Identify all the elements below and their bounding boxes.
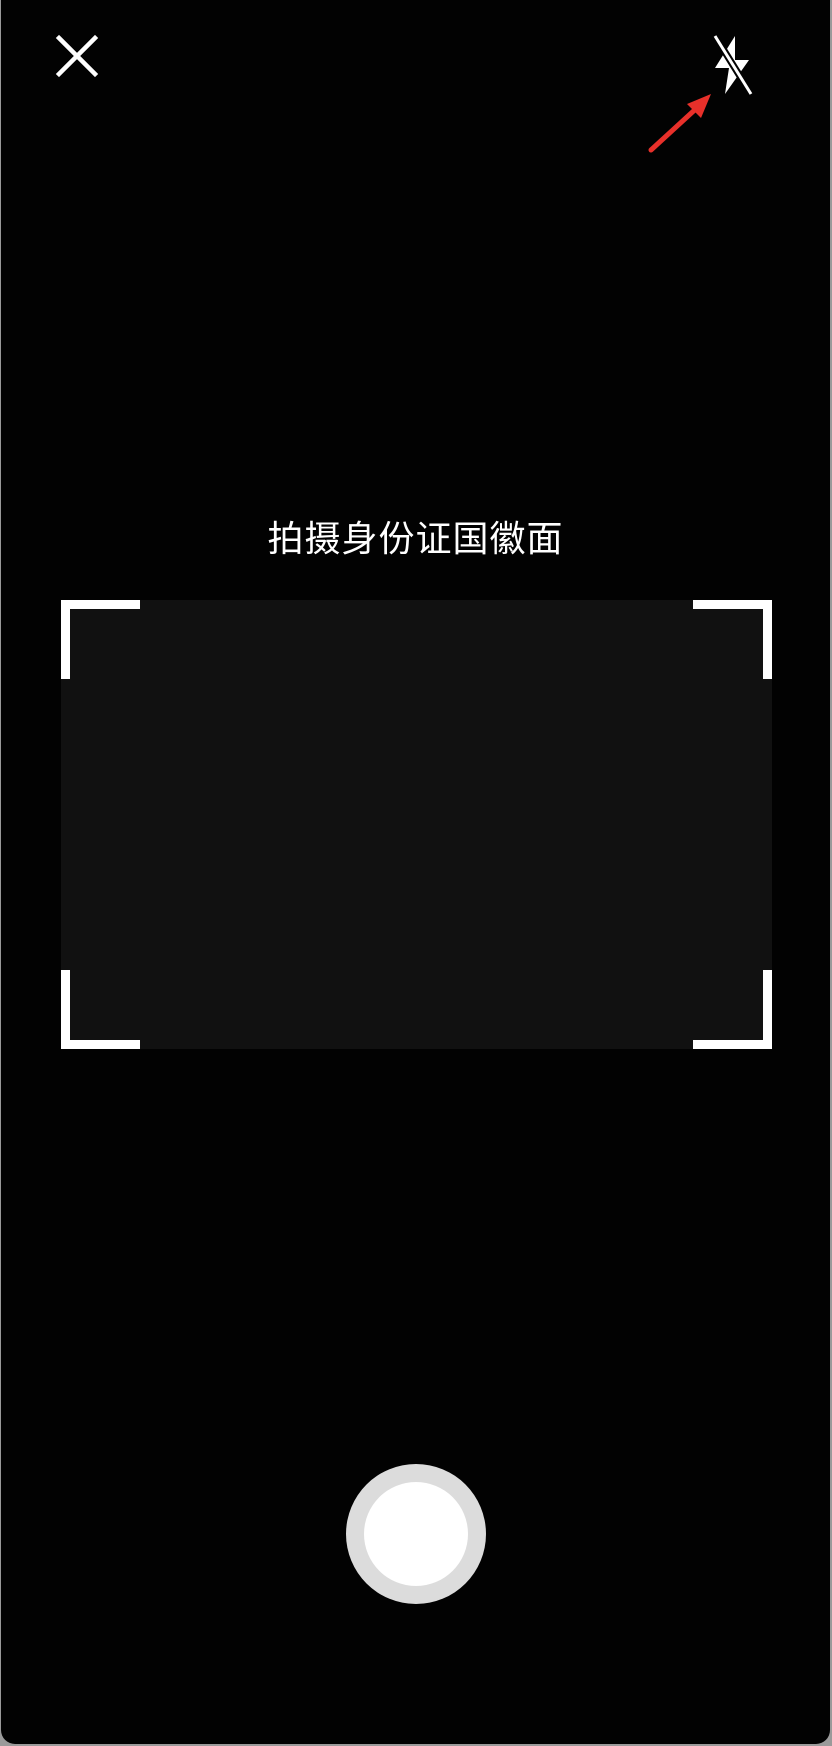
close-icon bbox=[55, 34, 99, 78]
camera-screen: 拍摄身份证国徽面 bbox=[1, 0, 830, 1744]
frame-corner-top-right bbox=[693, 600, 772, 679]
capture-instruction: 拍摄身份证国徽面 bbox=[267, 519, 564, 560]
frame-corner-bottom-right bbox=[693, 970, 772, 1049]
id-card-frame bbox=[61, 600, 772, 1049]
close-button[interactable] bbox=[55, 34, 99, 78]
frame-corner-bottom-left bbox=[61, 970, 140, 1049]
frame-corner-top-left bbox=[61, 600, 140, 679]
shutter-button[interactable] bbox=[346, 1464, 486, 1604]
red-arrow-icon bbox=[648, 94, 711, 153]
shutter-inner-circle bbox=[364, 1482, 468, 1586]
